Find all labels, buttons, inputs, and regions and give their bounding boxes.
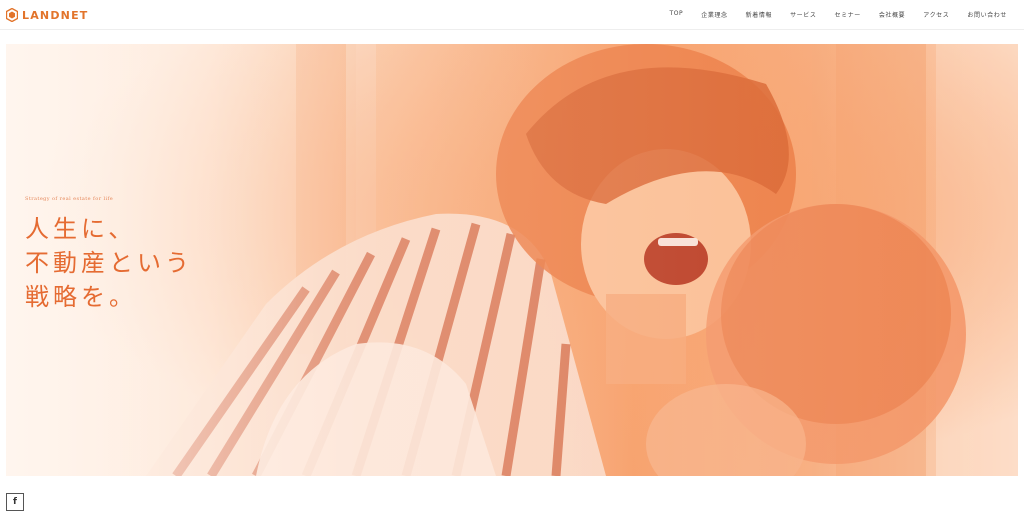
- nav-item-service[interactable]: サービス: [781, 10, 825, 19]
- nav-item-news[interactable]: 新着情報: [737, 10, 781, 19]
- nav-item-top[interactable]: TOP: [660, 10, 692, 19]
- brand-logo[interactable]: LANDNET: [6, 7, 88, 23]
- nav-item-access[interactable]: アクセス: [914, 10, 958, 19]
- nav-item-seminar[interactable]: セミナー: [825, 10, 869, 19]
- main-nav: TOP 企業理念 新着情報 サービス セミナー 会社概要 アクセス お問い合わせ: [660, 10, 1016, 19]
- facebook-icon: f: [13, 497, 17, 507]
- landnet-logo-icon: [6, 8, 18, 22]
- nav-item-company[interactable]: 会社概要: [870, 10, 914, 19]
- nav-item-philosophy[interactable]: 企業理念: [692, 10, 736, 19]
- brand-name: LANDNET: [22, 8, 89, 22]
- site-header: LANDNET TOP 企業理念 新着情報 サービス セミナー 会社概要 アクセ…: [0, 0, 1024, 30]
- hero-subtitle: Strategy of real estate for life: [25, 196, 114, 202]
- hero-headline-line-1: 人生に、: [25, 215, 137, 243]
- hero-headline-line-3: 戦略を。: [25, 283, 137, 311]
- hero-headline: 人生に、 不動産という 戦略を。: [25, 212, 193, 314]
- hero-banner: Strategy of real estate for life 人生に、 不動…: [6, 44, 1018, 476]
- facebook-button[interactable]: f: [6, 493, 24, 511]
- nav-item-contact[interactable]: お問い合わせ: [958, 10, 1016, 19]
- hero-headline-line-2: 不動産という: [25, 249, 193, 277]
